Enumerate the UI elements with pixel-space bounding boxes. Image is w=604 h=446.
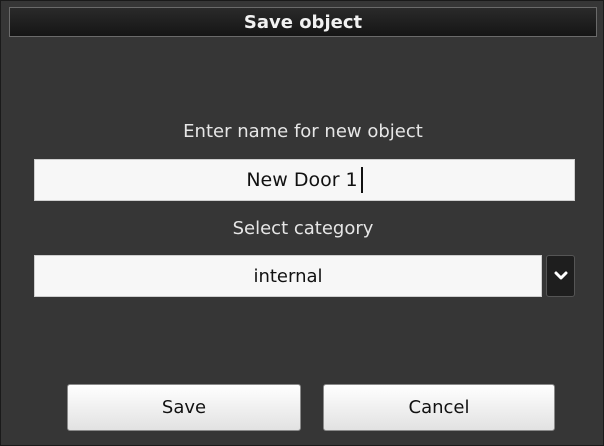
object-name-input[interactable]: New Door 1 bbox=[34, 159, 575, 201]
name-label: Enter name for new object bbox=[183, 121, 423, 142]
dropdown-button[interactable] bbox=[546, 255, 575, 297]
object-name-value: New Door 1 bbox=[246, 169, 358, 191]
chevron-down-icon bbox=[554, 271, 567, 280]
dialog-titlebar: Save object bbox=[9, 7, 597, 37]
text-caret bbox=[360, 167, 363, 193]
dialog-title: Save object bbox=[243, 11, 363, 33]
category-label: Select category bbox=[232, 218, 374, 239]
cancel-button[interactable]: Cancel bbox=[323, 384, 555, 431]
save-button[interactable]: Save bbox=[67, 384, 301, 431]
category-selected-value[interactable]: internal bbox=[34, 255, 542, 297]
category-select[interactable]: internal bbox=[34, 255, 575, 297]
save-object-dialog: Save object Enter name for new object Ne… bbox=[0, 0, 604, 446]
